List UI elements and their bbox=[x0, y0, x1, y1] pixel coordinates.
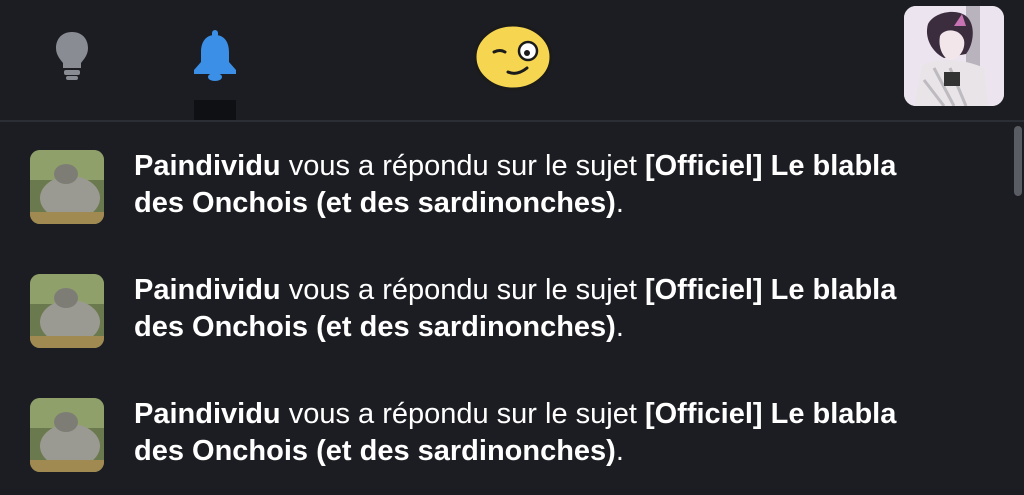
notification-action: vous a répondu sur le sujet bbox=[280, 398, 645, 430]
smirk-emoji-icon bbox=[473, 23, 553, 91]
notification-list: Paindividu vous a répondu sur le sujet [… bbox=[0, 122, 1012, 495]
notification-item[interactable]: Paindividu vous a répondu sur le sujet [… bbox=[0, 370, 1012, 480]
notification-user[interactable]: Paindividu bbox=[134, 398, 281, 430]
emoji-button[interactable] bbox=[472, 22, 554, 92]
notification-avatar bbox=[30, 398, 104, 472]
user-avatar-thumbnail bbox=[30, 274, 104, 348]
notification-text: Paindividu vous a répondu sur le sujet [… bbox=[134, 396, 954, 470]
bell-icon bbox=[194, 30, 236, 81]
notification-suffix: . bbox=[615, 187, 624, 219]
scrollbar[interactable] bbox=[1012, 122, 1024, 495]
user-avatar-thumbnail bbox=[30, 150, 104, 224]
lightbulb-icon bbox=[56, 32, 88, 80]
notification-suffix: . bbox=[615, 311, 624, 343]
notification-item[interactable]: Paindividu vous a répondu sur le sujet [… bbox=[0, 122, 1012, 232]
top-navigation-bar bbox=[0, 0, 1024, 120]
ideas-button[interactable] bbox=[50, 28, 94, 84]
notification-action: vous a répondu sur le sujet bbox=[280, 150, 645, 182]
notification-avatar bbox=[30, 274, 104, 348]
notification-text: Paindividu vous a répondu sur le sujet [… bbox=[134, 148, 954, 222]
notification-avatar bbox=[30, 150, 104, 224]
notification-user[interactable]: Paindividu bbox=[134, 150, 281, 182]
profile-avatar[interactable] bbox=[904, 6, 1004, 106]
dropdown-caret bbox=[194, 100, 236, 122]
notification-user[interactable]: Paindividu bbox=[134, 274, 281, 306]
notification-text: Paindividu vous a répondu sur le sujet [… bbox=[134, 272, 954, 346]
notifications-button[interactable] bbox=[190, 28, 240, 84]
notification-suffix: . bbox=[615, 435, 624, 467]
scrollbar-thumb[interactable] bbox=[1014, 126, 1022, 196]
notification-action: vous a répondu sur le sujet bbox=[280, 274, 645, 306]
user-avatar-thumbnail bbox=[30, 398, 104, 472]
user-avatar bbox=[904, 6, 1004, 106]
notification-item[interactable]: Paindividu vous a répondu sur le sujet [… bbox=[0, 246, 1012, 356]
